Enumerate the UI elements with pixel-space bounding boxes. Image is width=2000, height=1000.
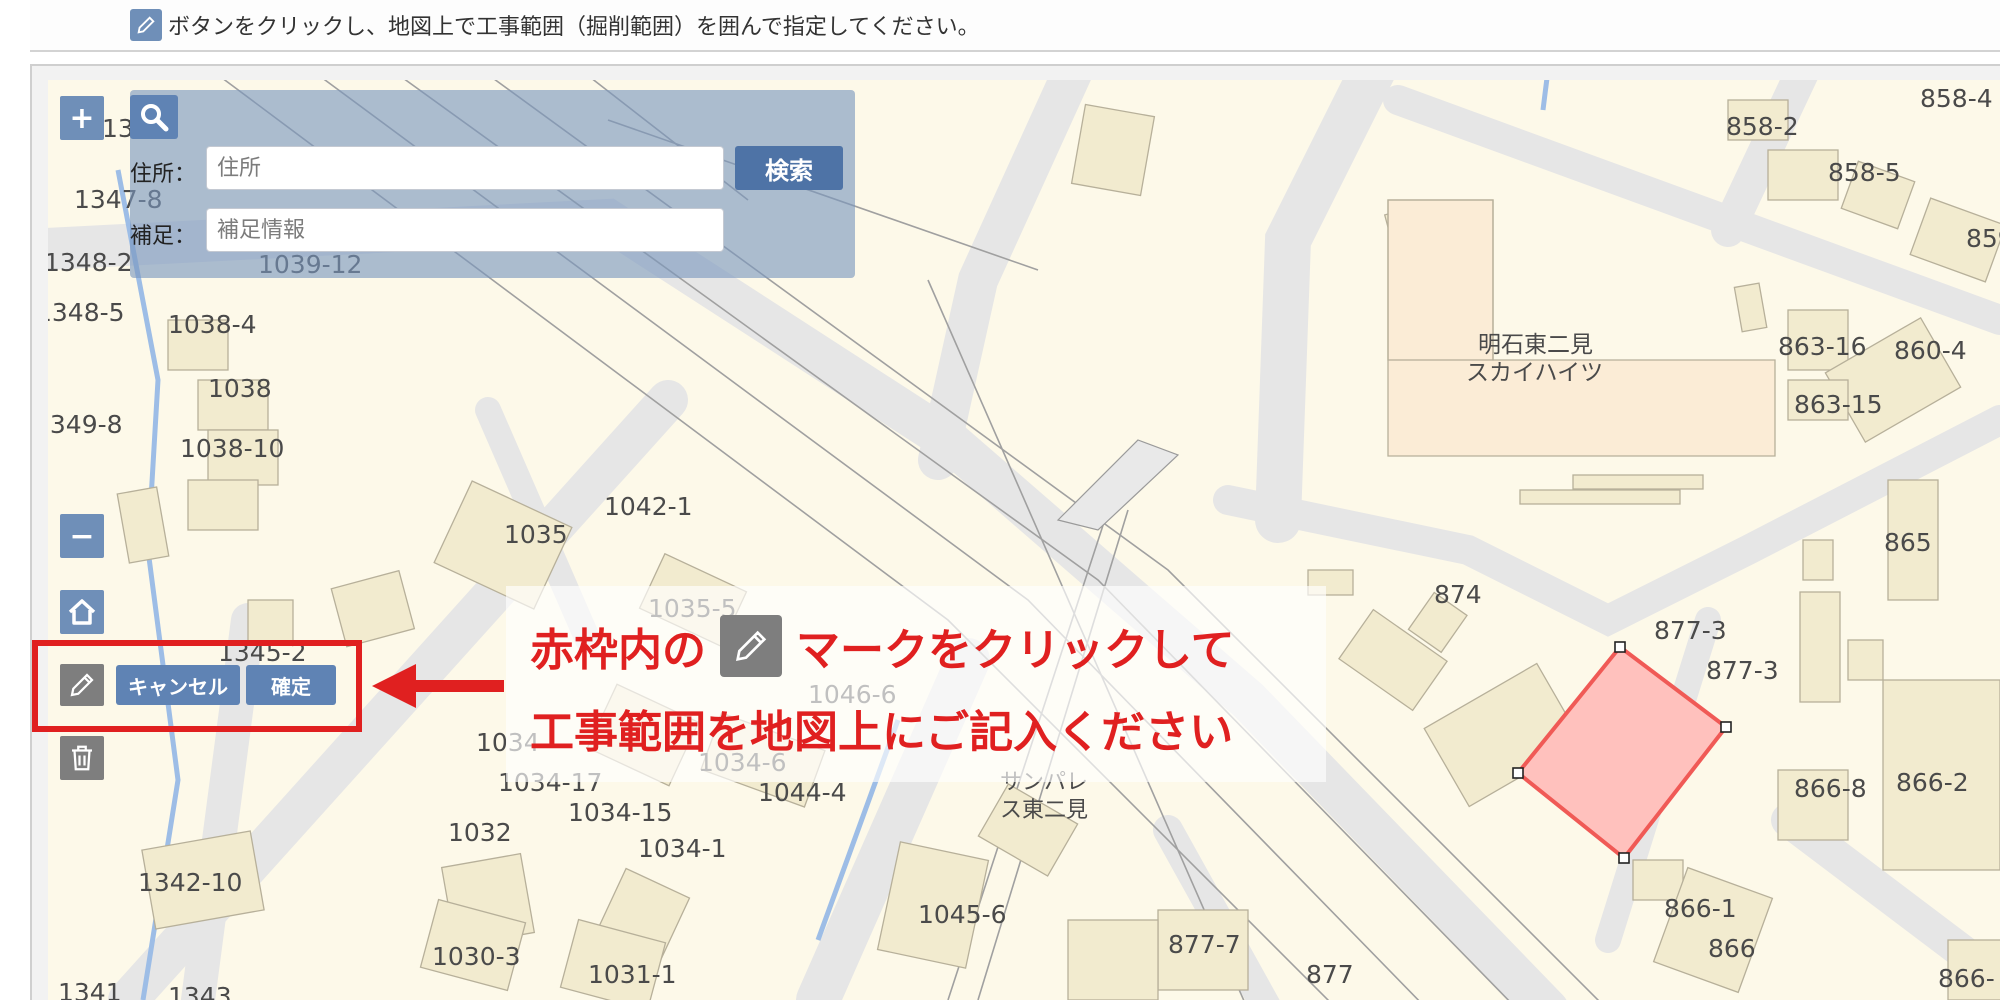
parcel-label: 1038 <box>208 374 272 403</box>
cancel-button[interactable]: キャンセル <box>116 665 240 705</box>
parcel-label: 1034-15 <box>568 798 673 827</box>
instruction-bar: ボタンをクリックし、地図上で工事範囲（掘削範囲）を囲んで指定してください。 <box>30 0 2000 52</box>
building-label: スカイハイツ <box>1466 360 1604 386</box>
building-label: ス東二見 <box>1000 798 1089 823</box>
parcel-label: 1342-10 <box>138 868 243 897</box>
parcel-label: 877-3 <box>1706 656 1779 685</box>
parcel-label: 1044-4 <box>758 778 847 807</box>
parcel-label: 1348-5 <box>48 298 125 327</box>
callout-text: 赤枠内の <box>530 625 706 676</box>
instruction-text: ボタンをクリックし、地図上で工事範囲（掘削範囲）を囲んで指定してください。 <box>168 15 980 40</box>
parcel-label: 1038-10 <box>180 434 285 463</box>
parcel-label: 877-3 <box>1654 616 1727 645</box>
supplement-label: 補足： <box>130 224 197 249</box>
search-icon[interactable] <box>130 95 178 139</box>
parcel-label: 1034-1 <box>638 834 727 863</box>
home-icon <box>68 599 96 625</box>
parcel-label: 866-1 <box>1664 894 1737 923</box>
parcel-label: 858-4 <box>1920 84 1993 113</box>
home-button[interactable] <box>60 590 104 634</box>
parcel-label: 1349-8 <box>48 410 123 439</box>
parcel-label: 1031-1 <box>588 960 677 989</box>
address-input[interactable] <box>206 146 724 190</box>
parcel-label: 1343 <box>168 982 232 1000</box>
instruction-callout: 赤枠内の マークをクリックして 工事範囲を地図上にご記入ください <box>506 586 1326 782</box>
parcel-label: 866-8 <box>1794 774 1867 803</box>
parcel-label: 877-7 <box>1168 930 1241 959</box>
address-label: 住所： <box>130 162 197 187</box>
building-label: 明石東二見 <box>1478 332 1593 358</box>
supplement-input[interactable] <box>206 208 724 252</box>
parcel-label: 1341 <box>58 978 122 1000</box>
parcel-label: 865 <box>1884 528 1932 557</box>
parcel-label: 863-16 <box>1778 332 1867 361</box>
parcel-label: 866-2 <box>1896 768 1969 797</box>
search-button[interactable]: 検索 <box>735 146 843 190</box>
callout-line-2: 工事範囲を地図上にご記入ください <box>530 707 1234 758</box>
parcel-label: 1042-1 <box>604 492 693 521</box>
parcel-label: 858-5 <box>1828 158 1901 187</box>
parcel-label: 1032 <box>448 818 512 847</box>
parcel-label: 877 <box>1306 960 1354 989</box>
trash-icon <box>72 745 92 771</box>
callout-text: マークをクリックして <box>796 625 1235 676</box>
parcel-label: 1038-4 <box>168 310 257 339</box>
parcel-label: 860-4 <box>1894 336 1967 365</box>
parcel-label: 866- <box>1938 964 1995 993</box>
arrow-left-icon <box>372 664 504 708</box>
zoom-out-button[interactable]: − <box>60 514 104 558</box>
parcel-label: 858-2 <box>1726 112 1799 141</box>
parcel-label: 874 <box>1434 580 1482 609</box>
confirm-button[interactable]: 確定 <box>246 665 336 705</box>
pencil-icon <box>70 673 94 697</box>
pencil-icon <box>720 615 782 677</box>
zoom-in-button[interactable]: + <box>60 96 104 140</box>
parcel-label: 1035 <box>504 520 568 549</box>
draw-pencil-button[interactable] <box>60 664 104 706</box>
pencil-icon <box>130 9 162 41</box>
callout-line-1: 赤枠内の マークをクリックして <box>530 614 1235 678</box>
parcel-label: 866 <box>1708 934 1756 963</box>
parcel-label: 1030-3 <box>432 942 521 971</box>
parcel-label: 859 <box>1966 224 2000 253</box>
delete-button[interactable] <box>60 736 104 780</box>
parcel-label: 863-15 <box>1794 390 1883 419</box>
parcel-label: 1045-6 <box>918 900 1007 929</box>
parcel-label: 1348-2 <box>48 248 133 277</box>
